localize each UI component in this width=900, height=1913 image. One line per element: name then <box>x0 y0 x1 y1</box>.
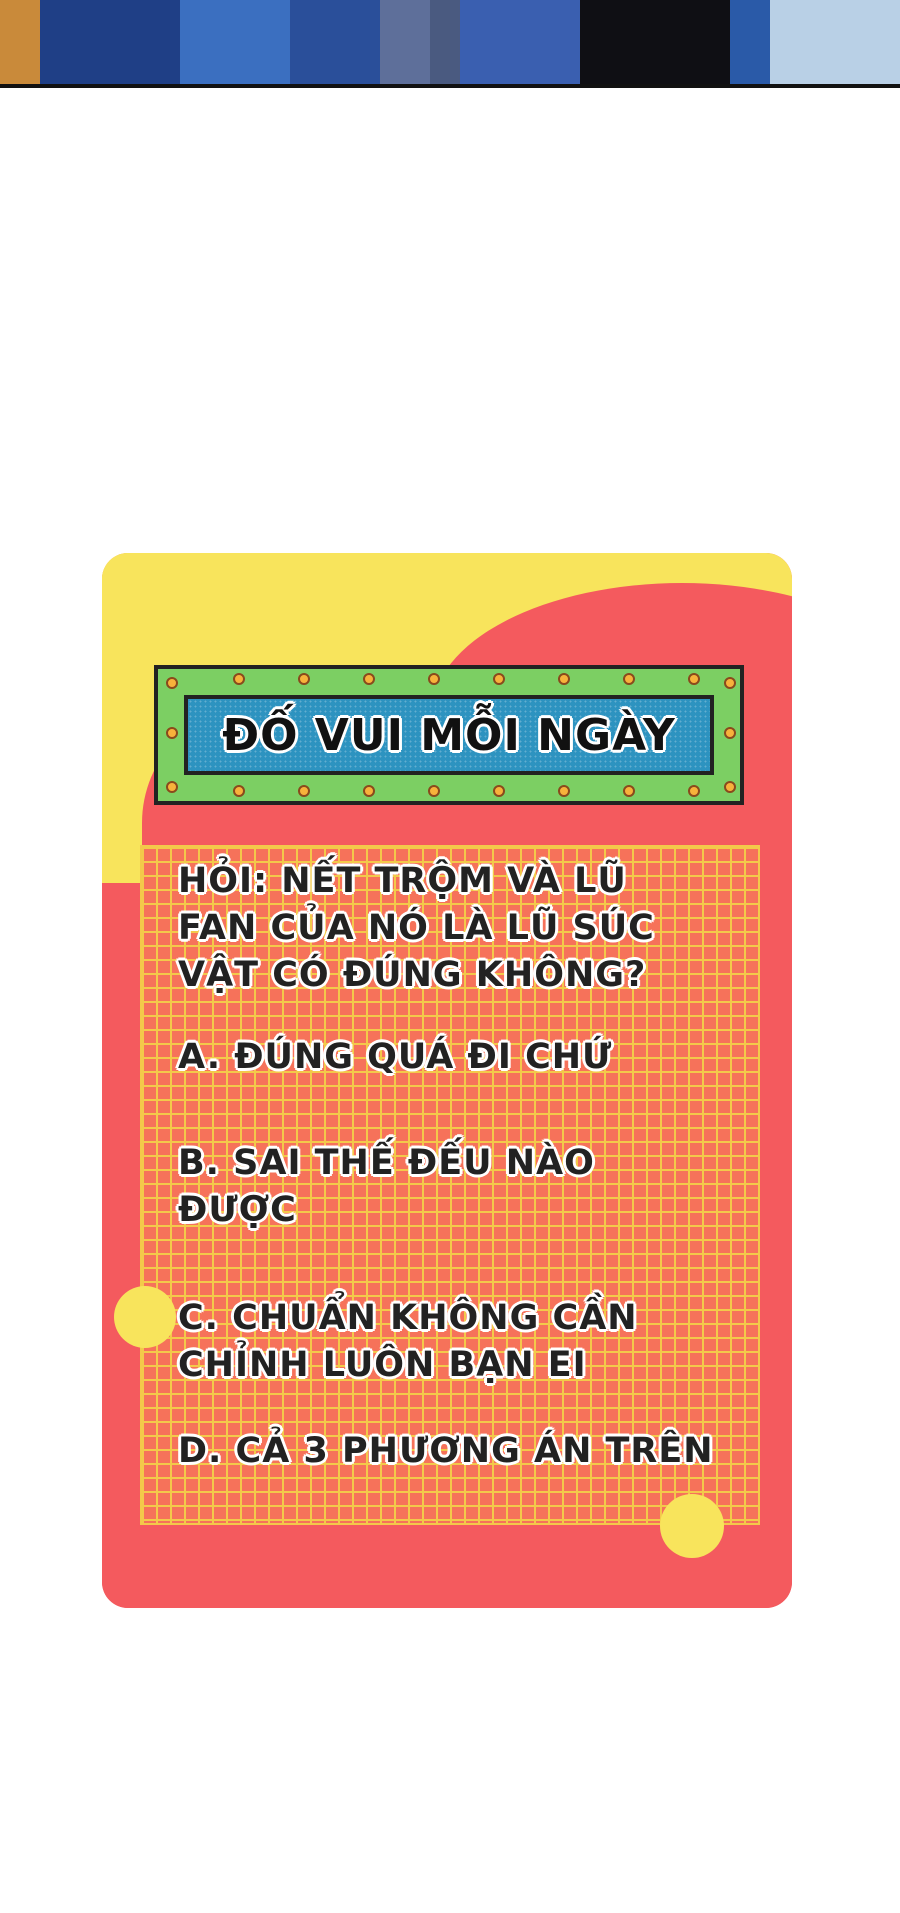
bulb-icon <box>363 673 375 685</box>
bulb-icon <box>298 673 310 685</box>
bulb-icon <box>363 785 375 797</box>
bulb-icon <box>233 673 245 685</box>
bulb-icon <box>233 785 245 797</box>
title-sign: ĐỐ VUI MỖI NGÀY <box>154 665 744 805</box>
bulb-icon <box>428 673 440 685</box>
decorative-dot-left <box>114 1286 176 1348</box>
bulb-icon <box>493 673 505 685</box>
quiz-option-b: B. SAI THẾ ĐẾU NÀO ĐƯỢC <box>178 1143 595 1230</box>
bulb-icon <box>428 785 440 797</box>
quiz-option-c: C. CHUẨN KHÔNG CẦN CHỈNH LUÔN BẠN EI <box>178 1298 638 1385</box>
decorative-dot-right <box>660 1494 724 1558</box>
quiz-option-d: D. CẢ 3 PHƯƠNG ÁN TRÊN <box>178 1431 714 1471</box>
banner-title: ĐỐ VUI MỖI NGÀY <box>222 709 676 761</box>
bulb-icon <box>558 785 570 797</box>
bulb-icon <box>688 673 700 685</box>
bulb-icon <box>493 785 505 797</box>
bulb-icon <box>623 785 635 797</box>
bulb-icon <box>166 781 178 793</box>
bulb-icon <box>724 677 736 689</box>
bulb-icon <box>724 781 736 793</box>
quiz-question: HỎI: NẾT TRỘM VÀ LŨ FAN CỦA NÓ LÀ LŨ SÚC… <box>178 861 655 995</box>
bulb-icon <box>558 673 570 685</box>
bulb-icon <box>166 677 178 689</box>
comic-panel-fragment <box>0 0 900 88</box>
sign-panel: ĐỐ VUI MỖI NGÀY <box>184 695 714 775</box>
bulb-icon <box>724 727 736 739</box>
bulb-icon <box>623 673 635 685</box>
bulb-icon <box>298 785 310 797</box>
bulb-icon <box>166 727 178 739</box>
quiz-option-a: A. ĐÚNG QUÁ ĐI CHỨ <box>178 1037 613 1077</box>
bulb-icon <box>688 785 700 797</box>
